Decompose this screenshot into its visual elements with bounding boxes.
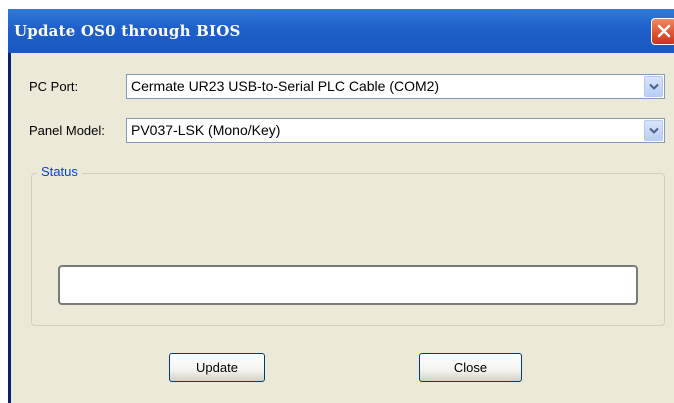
close-button[interactable]: Close — [419, 353, 522, 382]
window-title: Update OS0 through BIOS — [14, 22, 241, 40]
close-icon — [657, 24, 671, 38]
chevron-down-icon — [649, 83, 659, 90]
chevron-down-icon — [649, 127, 659, 134]
pc-port-value: Cermate UR23 USB-to-Serial PLC Cable (CO… — [131, 78, 440, 94]
pc-port-dropdown[interactable]: Cermate UR23 USB-to-Serial PLC Cable (CO… — [126, 74, 665, 99]
title-bar[interactable]: Update OS0 through BIOS — [8, 9, 674, 53]
status-group-title: Status — [37, 164, 82, 179]
status-field — [58, 265, 638, 305]
close-window-button[interactable] — [651, 18, 674, 45]
panel-model-dropdown-button[interactable] — [644, 120, 663, 141]
update-button[interactable]: Update — [169, 353, 265, 382]
panel-model-label: Panel Model: — [29, 123, 105, 138]
dialog-body: PC Port: Cermate UR23 USB-to-Serial PLC … — [11, 53, 674, 403]
panel-model-value: PV037-LSK (Mono/Key) — [131, 122, 281, 138]
dialog-window: Update OS0 through BIOS PC Port: Cermate… — [8, 9, 674, 403]
panel-model-dropdown[interactable]: PV037-LSK (Mono/Key) — [126, 118, 665, 143]
pc-port-label: PC Port: — [29, 79, 79, 94]
pc-port-dropdown-button[interactable] — [644, 76, 663, 97]
